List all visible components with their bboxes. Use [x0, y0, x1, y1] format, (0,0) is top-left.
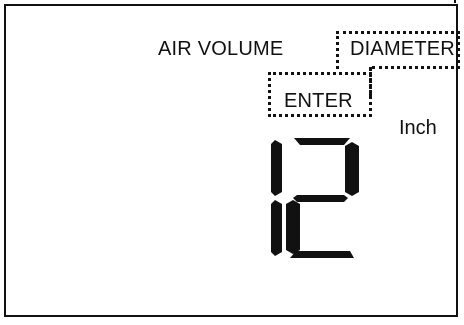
diameter-highlight-box-bottom [372, 66, 460, 69]
digit-1-segment-c [271, 200, 282, 256]
digit-2-segment-d [290, 251, 354, 258]
digit-2-segment-e [286, 200, 300, 254]
value-display [268, 138, 368, 258]
corner-mark [454, 0, 456, 3]
digit-1-segment-b [271, 140, 282, 196]
lcd-screen: AIR VOLUME DIAMETER ENTER Inch [0, 0, 464, 325]
enter-label[interactable]: ENTER [284, 90, 353, 113]
digit-1 [271, 140, 282, 256]
air-volume-label: AIR VOLUME [158, 38, 284, 60]
digit-2-segment-b [345, 142, 359, 196]
digit-2 [286, 138, 359, 258]
digit-2-segment-a [294, 138, 350, 145]
diameter-label: DIAMETER [350, 38, 455, 60]
unit-label: Inch [399, 117, 437, 139]
seven-segment-value [271, 138, 359, 258]
digit-2-segment-g [293, 195, 348, 202]
